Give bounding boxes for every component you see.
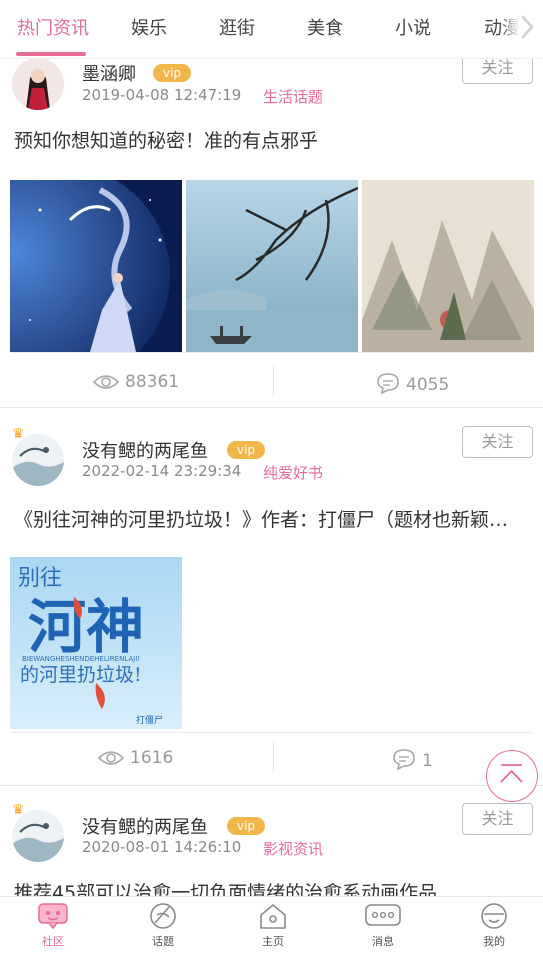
cover-author-mark: 打僵尸 [136, 714, 163, 726]
chevron-right-icon[interactable] [515, 12, 537, 42]
post-date: 2020-08-01 14:26:10 [82, 838, 242, 856]
comment-count-value: 4055 [406, 375, 450, 395]
comment-count-value: 1 [422, 751, 433, 771]
tab-novel[interactable]: 小说 [395, 14, 431, 40]
nav-label-message: 消息 [372, 935, 394, 948]
topic-tag[interactable]: 影视资讯 [263, 838, 323, 859]
active-tab-indicator [16, 52, 86, 56]
view-count: 88361 [92, 372, 180, 392]
eye-icon [92, 375, 120, 389]
view-count: 1616 [97, 748, 174, 768]
cover-pinyin: BIEWANGHESHENDEHELIRENLAJI! [22, 655, 140, 663]
view-count-value: 1616 [130, 748, 174, 768]
profile-icon [481, 903, 507, 929]
eye-icon [97, 751, 125, 765]
cover-title-big: 河神 [28, 593, 144, 661]
divider [10, 732, 533, 733]
post-card[interactable]: ♛ 没有鳃的两尾鱼 vip 2020-08-01 14:26:10 影视资讯 关… [0, 786, 543, 896]
nav-label-topic: 话题 [152, 935, 174, 948]
nav-home[interactable]: 主页 [243, 901, 303, 949]
post-title[interactable]: 预知你想知道的秘密！准的有点邪乎 [14, 126, 529, 153]
home-icon [260, 903, 286, 929]
feed: 墨涵卿 vip 2019-04-08 12:47:19 生活话题 关注 预知你想… [0, 0, 543, 896]
nav-message[interactable]: 消息 [353, 901, 413, 949]
category-tabs: 热门资讯 娱乐 逛街 美食 小说 动漫 [0, 0, 543, 59]
back-to-top-button[interactable] [486, 750, 538, 802]
follow-button[interactable]: 关注 [462, 803, 533, 835]
nav-label-home: 主页 [262, 935, 284, 948]
author-name[interactable]: 没有鳃的两尾鱼 [82, 813, 208, 839]
view-count-value: 88361 [125, 372, 180, 392]
comment-count[interactable]: 1 [392, 748, 433, 771]
post-date: 2019-04-08 12:47:19 [82, 86, 242, 104]
stat-divider [273, 742, 274, 772]
tab-shopping[interactable]: 逛街 [219, 14, 255, 40]
author-name[interactable]: 墨涵卿 [82, 60, 136, 86]
comment-icon [393, 749, 415, 771]
topic-icon [150, 903, 176, 929]
bottom-nav: 社区 话题 主页 消息 我的 [0, 896, 543, 954]
nav-topic[interactable]: 话题 [133, 901, 193, 949]
nav-community[interactable]: 社区 [23, 901, 83, 949]
post-image[interactable] [186, 180, 358, 352]
tab-hot-news[interactable]: 热门资讯 [17, 14, 89, 40]
post-image[interactable] [10, 180, 182, 352]
book-cover-image[interactable]: 别往 河神 BIEWANGHESHENDEHELIRENLAJI! 的河里扔垃圾… [10, 557, 182, 729]
nav-label-community: 社区 [42, 935, 64, 948]
nav-label-profile: 我的 [483, 935, 505, 948]
tab-entertainment[interactable]: 娱乐 [131, 14, 167, 40]
cover-title-bottom: 的河里扔垃圾! [20, 664, 142, 686]
post-title[interactable]: 推荐45部可以治愈一切负面情绪的治愈系动画作品 [14, 878, 529, 896]
tab-food[interactable]: 美食 [307, 14, 343, 40]
vip-badge: vip [153, 64, 192, 82]
comment-count[interactable]: 4055 [376, 372, 449, 395]
divider [10, 352, 533, 353]
stat-divider [273, 366, 274, 396]
post-title[interactable]: 《别往河神的河里扔垃圾！》作者：打僵尸（题材也新颖… [14, 505, 529, 532]
vip-badge: vip [227, 441, 266, 459]
topic-tag[interactable]: 纯爱好书 [263, 462, 323, 483]
author-name[interactable]: 没有鳃的两尾鱼 [82, 437, 208, 463]
post-card[interactable]: ♛ 没有鳃的两尾鱼 vip 2022-02-14 23:29:34 纯爱好书 关… [0, 408, 543, 786]
vip-badge: vip [227, 817, 266, 835]
post-image[interactable] [362, 180, 534, 352]
message-icon [365, 904, 401, 926]
comment-icon [377, 373, 399, 395]
post-date: 2022-02-14 23:29:34 [82, 462, 242, 480]
community-icon [38, 903, 68, 930]
topic-tag[interactable]: 生活话题 [263, 86, 323, 107]
avatar[interactable] [12, 58, 64, 110]
cover-title-top: 别往 [18, 566, 62, 591]
arrow-up-icon [500, 764, 523, 783]
post-card[interactable]: 墨涵卿 vip 2019-04-08 12:47:19 生活话题 关注 预知你想… [0, 0, 543, 408]
nav-profile[interactable]: 我的 [464, 901, 524, 949]
avatar[interactable] [12, 810, 64, 862]
avatar[interactable] [12, 434, 64, 486]
follow-button[interactable]: 关注 [462, 426, 533, 458]
